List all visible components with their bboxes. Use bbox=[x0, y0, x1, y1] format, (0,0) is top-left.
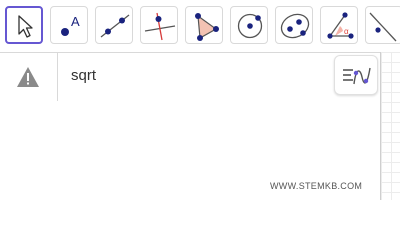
circle-icon bbox=[237, 13, 263, 39]
polygon-icon bbox=[195, 13, 219, 41]
input-status-cell bbox=[0, 53, 58, 101]
reflect-icon bbox=[369, 12, 397, 42]
ellipse-icon bbox=[280, 13, 310, 39]
graphics-style-icon bbox=[343, 67, 371, 85]
circle-center-point-tool-button[interactable] bbox=[230, 6, 268, 44]
algebra-input-row: sqrt bbox=[0, 52, 380, 102]
algebra-input[interactable]: sqrt bbox=[71, 67, 96, 84]
angle-tool-label: α bbox=[344, 27, 349, 36]
point-tool-button[interactable]: A bbox=[50, 6, 88, 44]
line-icon bbox=[100, 14, 130, 38]
warning-icon bbox=[17, 67, 39, 87]
toolbar: A α bbox=[0, 0, 400, 52]
angle-tool-button[interactable]: α bbox=[320, 6, 358, 44]
perpendicular-icon bbox=[144, 12, 176, 41]
perpendicular-line-tool-button[interactable] bbox=[140, 6, 178, 44]
graphics-style-bar-button[interactable] bbox=[334, 55, 378, 95]
graphics-grid-strip[interactable] bbox=[380, 52, 400, 200]
watermark-text: WWW.STEMKB.COM bbox=[270, 181, 363, 191]
point-tool-label: A bbox=[71, 14, 80, 29]
ellipse-tool-button[interactable] bbox=[275, 6, 313, 44]
arrow-pointer-icon bbox=[18, 15, 33, 38]
move-tool-button[interactable] bbox=[5, 6, 43, 44]
point-icon: A bbox=[61, 14, 80, 36]
angle-icon: α bbox=[327, 12, 354, 39]
line-tool-button[interactable] bbox=[95, 6, 133, 44]
reflect-tool-button[interactable] bbox=[365, 6, 400, 44]
polygon-tool-button[interactable] bbox=[185, 6, 223, 44]
